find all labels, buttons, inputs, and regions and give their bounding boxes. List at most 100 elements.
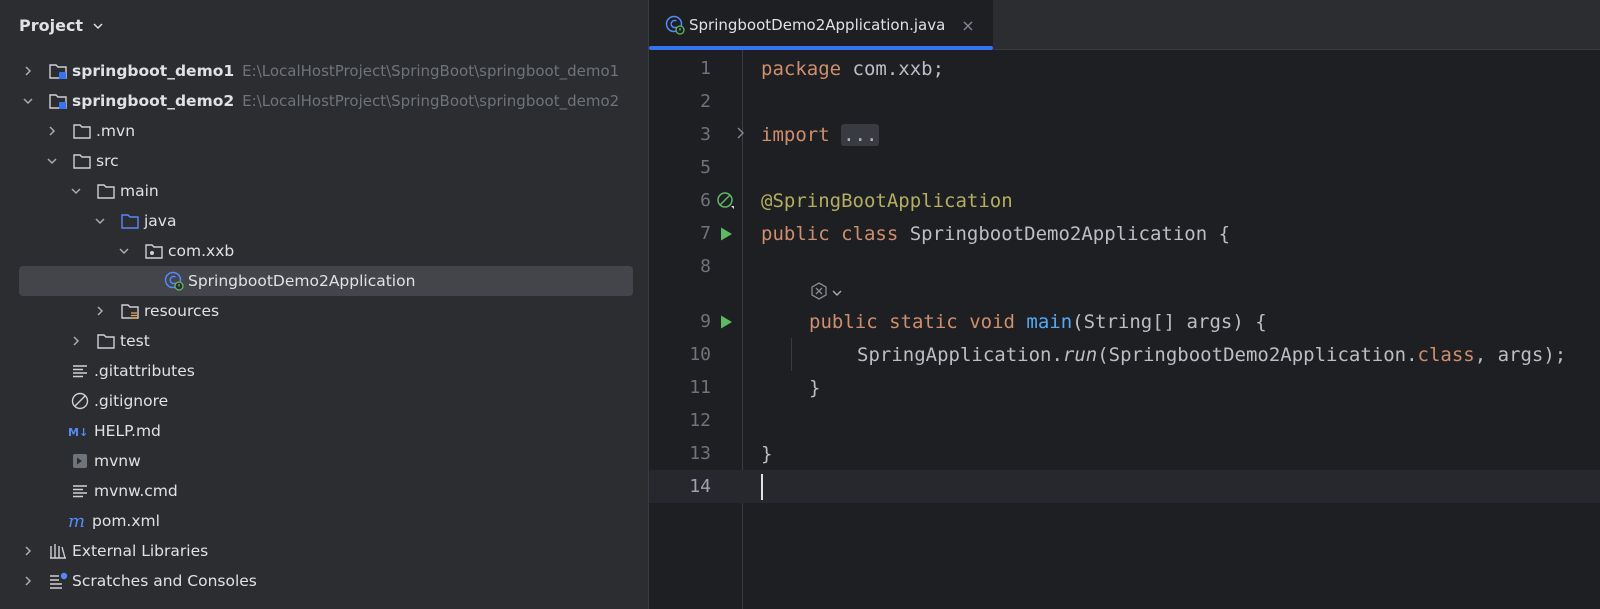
tree-item-pom-xml[interactable]: m pom.xml [0,506,648,536]
code-text: import ... [761,123,880,146]
chevron-right-icon[interactable] [20,573,36,589]
code-line: 13 } [649,437,1600,470]
chevron-right-icon[interactable] [44,123,60,139]
chevron-down-icon [831,282,843,304]
source-folder-icon [120,211,140,231]
module-folder-icon [48,61,68,81]
project-tree: springboot_demo1 E:\LocalHostProject\Spr… [0,56,648,596]
tree-item-label: HELP.md [94,422,161,440]
run-icon[interactable] [711,217,741,250]
spring-boot-class-icon [665,15,685,35]
chevron-down-icon[interactable] [20,93,36,109]
code-line: 1 package com.xxb; [649,52,1600,85]
chevron-right-icon[interactable] [68,333,84,349]
code-text: SpringApplication.run(SpringbootDemo2App… [857,343,1567,366]
text-file-icon [70,481,90,501]
tree-item-label: main [120,182,159,200]
chevron-right-icon[interactable] [20,543,36,559]
spring-bean-gutter-icon[interactable] [711,184,741,217]
tree-item-path: E:\LocalHostProject\SpringBoot\springboo… [242,62,620,80]
tree-item-label: src [96,152,119,170]
tree-item-external-libraries[interactable]: External Libraries [0,536,648,566]
code-text: } [809,376,821,399]
tree-item-test[interactable]: test [0,326,648,356]
tree-item-springboot-demo1[interactable]: springboot_demo1 E:\LocalHostProject\Spr… [0,56,648,86]
code-editor[interactable]: 1 package com.xxb; 2 3 import ... 5 6 @S… [649,50,1600,609]
tree-item-com-xxb[interactable]: com.xxb [0,236,648,266]
markdown-icon: M↓ [68,421,90,441]
chevron-right-icon[interactable] [20,63,36,79]
module-folder-icon [48,91,68,111]
editor-area: SpringbootDemo2Application.java × 1 pack… [649,0,1600,609]
project-panel-title: Project [19,15,84,35]
text-caret [761,473,763,500]
code-line: 5 [649,151,1600,184]
tree-item-label: com.xxb [168,242,235,260]
line-number: 11 [689,377,711,398]
tree-item-label: .gitattributes [94,362,195,380]
fold-expand-icon[interactable] [735,126,747,144]
chevron-down-icon[interactable] [68,183,84,199]
tree-item-help-md[interactable]: M↓ HELP.md [0,416,648,446]
maven-icon: m [68,511,88,531]
tree-item-label: .gitignore [94,392,169,410]
text-file-icon [70,361,90,381]
tree-item-main[interactable]: main [0,176,648,206]
tree-item-label: SpringbootDemo2Application [188,272,416,290]
code-text: public class SpringbootDemo2Application … [761,222,1231,245]
chevron-down-icon[interactable] [91,18,105,32]
folder-icon [72,121,92,141]
project-panel: Project springboot_demo1 E:\LocalHostPro… [0,0,649,609]
chevron-right-icon[interactable] [92,303,108,319]
tree-item-resources[interactable]: resources [0,296,648,326]
resources-folder-icon [120,301,140,321]
tree-item-label: .mvn [96,122,136,140]
code-line: 2 [649,85,1600,118]
code-text: package com.xxb; [761,57,945,80]
tree-item-gitignore[interactable]: .gitignore [0,386,648,416]
close-icon[interactable]: × [961,16,974,35]
tree-item-java[interactable]: java [0,206,648,236]
package-icon [144,241,164,261]
tree-item-scratches-and-consoles[interactable]: Scratches and Consoles [0,566,648,596]
tree-item-mvn[interactable]: .mvn [0,116,648,146]
line-number: 12 [689,410,711,431]
tab-springbootdemo2application[interactable]: SpringbootDemo2Application.java × [649,0,993,50]
tree-item-label: resources [144,302,220,320]
tree-item-label: springboot_demo2 [72,92,235,110]
code-text: } [761,442,773,465]
code-line-current: 14 [649,470,1600,503]
folder-icon [72,151,92,171]
ai-assistant-icon [809,281,829,306]
folder-icon [96,181,116,201]
line-number: 6 [700,190,711,211]
tree-item-springboot-demo2[interactable]: springboot_demo2 E:\LocalHostProject\Spr… [0,86,648,116]
folder-icon [96,331,116,351]
line-number: 10 [689,344,711,365]
code-line: 6 @SpringBootApplication [649,184,1600,217]
chevron-down-icon[interactable] [92,213,108,229]
tree-item-label: mvnw.cmd [94,482,178,500]
tree-item-src[interactable]: src [0,146,648,176]
tree-item-gitattributes[interactable]: .gitattributes [0,356,648,386]
line-number: 7 [700,223,711,244]
line-number: 3 [700,124,711,145]
tree-item-mvnw[interactable]: mvnw [0,446,648,476]
tree-item-label: pom.xml [92,512,160,530]
line-number: 8 [700,256,711,277]
editor-tab-bar: SpringbootDemo2Application.java × [649,0,1600,50]
line-number: 13 [689,443,711,464]
line-number: 2 [700,91,711,112]
tab-label: SpringbootDemo2Application.java [689,16,946,34]
chevron-down-icon[interactable] [44,153,60,169]
line-number: 9 [700,311,711,332]
code-line: 8 [649,250,1600,283]
chevron-down-icon[interactable] [116,243,132,259]
tree-item-mvnw-cmd[interactable]: mvnw.cmd [0,476,648,506]
code-vision-widget[interactable] [809,281,843,306]
project-panel-header[interactable]: Project [0,0,648,50]
run-icon[interactable] [711,305,741,338]
tree-item-springbootdemo2application[interactable]: SpringbootDemo2Application [19,266,633,296]
folded-imports[interactable]: ... [841,123,880,146]
code-line: 11 } [649,371,1600,404]
